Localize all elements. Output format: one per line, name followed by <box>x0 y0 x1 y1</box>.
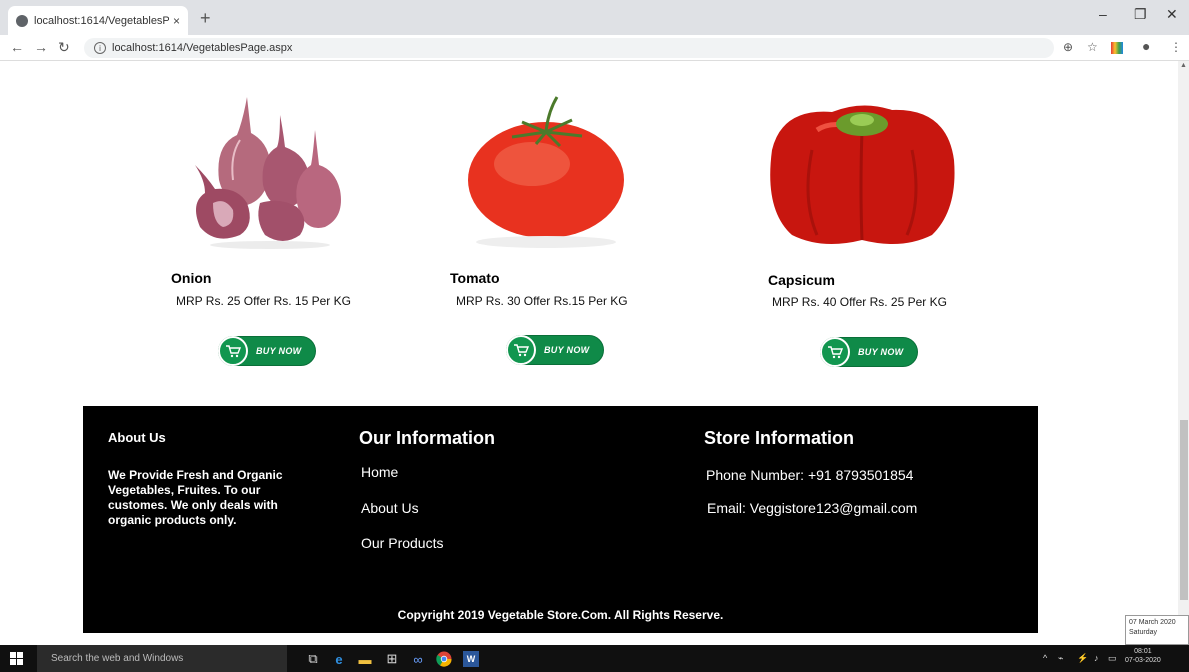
address-bar: ← → ↻ i ⊕ ☆ ● ⋮ <box>0 35 1189 61</box>
url-input[interactable] <box>112 42 512 54</box>
store-icon[interactable]: ⊞ <box>384 651 400 667</box>
product-price: MRP Rs. 25 Offer Rs. 15 Per KG <box>176 294 351 308</box>
network-icon[interactable]: ⌁ <box>1058 653 1063 664</box>
tray-expand-icon[interactable]: ^ <box>1043 653 1047 663</box>
cart-icon <box>506 335 536 365</box>
buy-now-label: BUY NOW <box>544 345 590 355</box>
power-icon[interactable]: ⚡ <box>1077 653 1088 664</box>
buy-now-button[interactable]: BUY NOW <box>820 337 918 367</box>
globe-icon <box>16 14 28 27</box>
back-icon[interactable]: ← <box>10 39 24 55</box>
store-email: Email: Veggistore123@gmail.com <box>707 500 918 516</box>
info-icon[interactable]: i <box>94 42 106 54</box>
profile-icon[interactable]: ● <box>1142 38 1150 54</box>
capsicum-image <box>770 105 955 244</box>
menu-icon[interactable]: ⋮ <box>1170 40 1182 54</box>
product-name: Onion <box>171 270 212 286</box>
date-tooltip: 07 March 2020 Saturday <box>1125 615 1189 645</box>
copyright-text: Copyright 2019 Vegetable Store.Com. All … <box>397 608 724 622</box>
tooltip-date: 07 March 2020 <box>1129 619 1176 626</box>
product-price: MRP Rs. 30 Offer Rs.15 Per KG <box>456 294 628 308</box>
tab-title: localhost:1614/VegetablesPage.a <box>34 14 169 27</box>
chrome-icon[interactable] <box>436 651 452 667</box>
footer-link-about-us[interactable]: About Us <box>361 500 419 516</box>
clock-time: 08:01 <box>1134 648 1152 655</box>
zoom-icon[interactable]: ⊕ <box>1063 40 1073 54</box>
new-tab-button[interactable]: + <box>200 8 211 29</box>
taskbar-search-box[interactable]: Search the web and Windows <box>37 645 287 672</box>
extension-icon[interactable] <box>1111 42 1123 54</box>
cart-icon <box>820 337 850 367</box>
browser-tab-bar: localhost:1614/VegetablesPage.a × + – ❐ … <box>0 0 1189 35</box>
store-information-heading: Store Information <box>704 428 855 448</box>
action-center-icon[interactable]: ▭ <box>1108 653 1117 664</box>
minimize-icon[interactable]: – <box>1099 6 1107 22</box>
tooltip-day: Saturday <box>1129 629 1158 636</box>
task-view-icon[interactable]: ⧉ <box>305 651 321 667</box>
our-information-heading: Our Information <box>359 428 495 448</box>
footer-link-our-products[interactable]: Our Products <box>361 535 443 551</box>
app-icon[interactable]: ∞ <box>410 651 426 667</box>
onion-image <box>195 97 341 249</box>
windows-taskbar: Search the web and Windows ⧉ e ▬ ⊞ ∞ W ^… <box>0 645 1189 672</box>
edge-icon[interactable]: e <box>331 651 347 667</box>
word-icon[interactable]: W <box>463 651 479 667</box>
product-name: Capsicum <box>768 272 835 288</box>
product-price: MRP Rs. 40 Offer Rs. 25 Per KG <box>772 295 947 309</box>
store-phone: Phone Number: +91 8793501854 <box>706 467 914 483</box>
file-explorer-icon[interactable]: ▬ <box>357 651 373 667</box>
clock-date: 07-03-2020 <box>1125 657 1161 664</box>
close-window-icon[interactable]: ✕ <box>1166 6 1178 23</box>
browser-tab[interactable]: localhost:1614/VegetablesPage.a × <box>8 6 188 35</box>
scrollbar-thumb[interactable] <box>1180 420 1188 600</box>
windows-start-icon[interactable] <box>10 652 23 665</box>
about-heading: About Us <box>108 430 166 445</box>
omnibox[interactable]: i <box>84 38 1054 58</box>
site-footer: About Us We Provide Fresh and Organic Ve… <box>83 406 1038 633</box>
footer-link-home[interactable]: Home <box>361 464 398 480</box>
maximize-icon[interactable]: ❐ <box>1134 6 1147 23</box>
scroll-up-icon[interactable]: ▲ <box>1180 62 1187 69</box>
forward-icon[interactable]: → <box>34 39 48 55</box>
buy-now-button[interactable]: BUY NOW <box>218 336 316 366</box>
buy-now-label: BUY NOW <box>256 346 302 356</box>
volume-icon[interactable]: ♪ <box>1094 653 1099 663</box>
tomato-image <box>462 92 630 250</box>
cart-icon <box>218 336 248 366</box>
buy-now-button[interactable]: BUY NOW <box>506 335 604 365</box>
bookmark-star-icon[interactable]: ☆ <box>1087 40 1098 54</box>
close-tab-icon[interactable]: × <box>173 14 180 28</box>
taskbar-clock[interactable]: 08:01 07-03-2020 <box>1125 647 1161 665</box>
product-name: Tomato <box>450 270 500 286</box>
buy-now-label: BUY NOW <box>858 347 904 357</box>
reload-icon[interactable]: ↻ <box>58 39 70 56</box>
about-text: We Provide Fresh and Organic Vegetables,… <box>108 468 283 527</box>
